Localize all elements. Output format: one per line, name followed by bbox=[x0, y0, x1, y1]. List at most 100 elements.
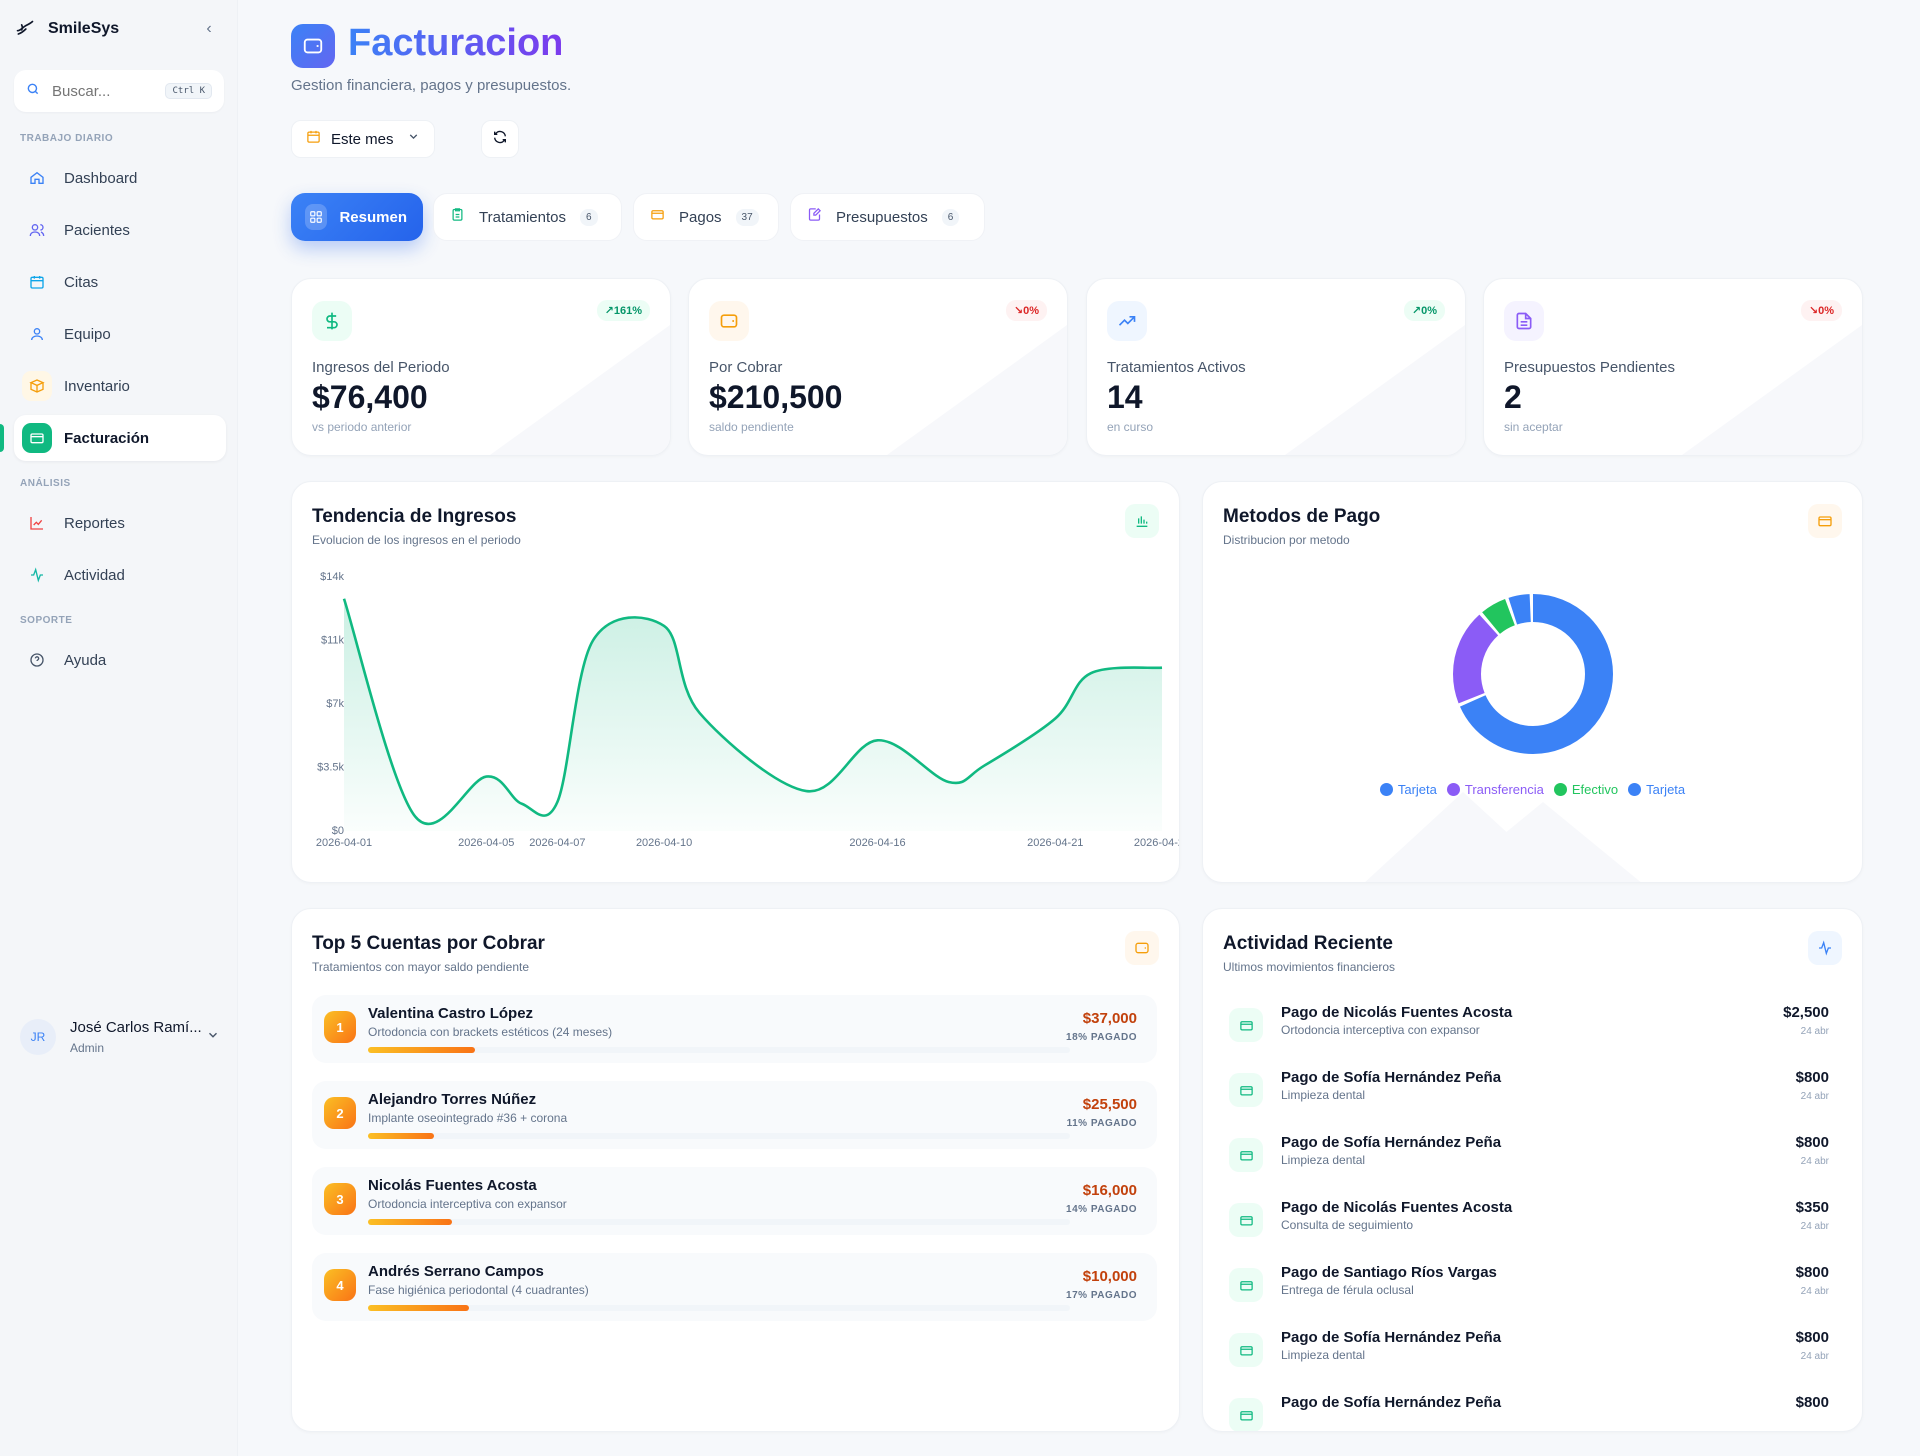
card-decoration bbox=[1285, 325, 1465, 455]
panel-subtitle: Tratamientos con mayor saldo pendiente bbox=[312, 960, 530, 974]
activity-amount: $350 bbox=[1795, 1199, 1829, 1216]
activity-item[interactable]: Pago de Sofía Hernández Peña $800 bbox=[1223, 1392, 1843, 1431]
activity-amount: $800 bbox=[1795, 1134, 1829, 1151]
legend-label: Efectivo bbox=[1571, 782, 1619, 797]
x-tick-label: 2026-04-16 bbox=[849, 837, 905, 849]
legend-label: Transferencia bbox=[1464, 782, 1544, 797]
account-treatment: Ortodoncia con brackets estéticos (24 me… bbox=[368, 1025, 613, 1039]
activity-amount: $800 bbox=[1795, 1329, 1829, 1346]
active-indicator bbox=[0, 424, 4, 452]
activity-title: Pago de Sofía Hernández Peña bbox=[1281, 1329, 1502, 1346]
nav-section-label: ANÁLISIS bbox=[20, 478, 71, 489]
legend-item[interactable]: Tarjeta bbox=[1628, 782, 1685, 797]
legend-item[interactable]: Tarjeta bbox=[1379, 782, 1437, 797]
activity-item[interactable]: Pago de Sofía Hernández Peña Limpieza de… bbox=[1223, 1067, 1843, 1127]
grid-icon bbox=[305, 204, 328, 230]
rank-badge: 3 bbox=[324, 1183, 356, 1215]
credit-card-icon bbox=[1229, 1398, 1263, 1431]
search-box[interactable]: Ctrl K bbox=[14, 70, 224, 112]
activity-icon[interactable] bbox=[1808, 931, 1842, 965]
activity-date: 24 abr bbox=[1800, 1221, 1829, 1232]
tab-label: Tratamientos bbox=[479, 208, 566, 226]
x-tick-label: 2026-04-01 bbox=[316, 837, 372, 849]
tab-label: Pagos bbox=[679, 208, 722, 226]
activity-date: 24 abr bbox=[1800, 1351, 1829, 1362]
y-tick-label: $3.5k bbox=[317, 762, 344, 774]
document-icon bbox=[1504, 301, 1544, 341]
nav-section-label: TRABAJO DIARIO bbox=[20, 133, 114, 144]
paid-progress-fill bbox=[368, 1219, 452, 1225]
help-circle-icon bbox=[22, 645, 52, 675]
activity-item[interactable]: Pago de Santiago Ríos Vargas Entrega de … bbox=[1223, 1262, 1843, 1322]
user-name: José Carlos Ramí... bbox=[70, 1019, 202, 1036]
legend-swatch bbox=[1446, 783, 1460, 796]
card-decoration bbox=[1682, 325, 1862, 455]
payment-methods-panel: Metodos de Pago Distribucion por metodo … bbox=[1202, 481, 1863, 883]
activity-item[interactable]: Pago de Nicolás Fuentes Acosta Consulta … bbox=[1223, 1197, 1843, 1257]
sidebar-item-reportes[interactable]: Reportes bbox=[14, 500, 226, 546]
refresh-icon bbox=[492, 129, 508, 150]
sidebar-item-citas[interactable]: Citas bbox=[14, 259, 226, 305]
sidebar-item-ayuda[interactable]: Ayuda bbox=[14, 637, 226, 683]
activity-description: Limpieza dental bbox=[1281, 1348, 1366, 1362]
legend-item[interactable]: Transferencia bbox=[1446, 782, 1544, 797]
chevron-down-icon bbox=[407, 130, 420, 148]
edit-document-icon bbox=[807, 207, 822, 227]
shortcut-badge: Ctrl K bbox=[165, 83, 212, 99]
account-treatment: Fase higiénica periodontal (4 cuadrantes… bbox=[368, 1283, 589, 1297]
sidebar-item-inventario[interactable]: Inventario bbox=[14, 363, 226, 409]
paid-progress-bar bbox=[368, 1219, 1070, 1225]
activity-title: Pago de Santiago Ríos Vargas bbox=[1281, 1264, 1497, 1281]
activity-item[interactable]: Pago de Sofía Hernández Peña Limpieza de… bbox=[1223, 1132, 1843, 1192]
rank-badge: 1 bbox=[324, 1011, 356, 1043]
stat-label: Tratamientos Activos bbox=[1107, 359, 1246, 376]
chevron-down-icon[interactable] bbox=[206, 1028, 220, 1047]
wallet-icon bbox=[22, 423, 52, 453]
user-menu[interactable]: JR José Carlos Ramí... Admin bbox=[14, 1012, 226, 1062]
sidebar-item-facturacion[interactable]: Facturación bbox=[0, 415, 226, 461]
tab-presupuestos[interactable]: Presupuestos 6 bbox=[790, 193, 985, 241]
wallet-icon[interactable] bbox=[1125, 931, 1159, 965]
account-name: Valentina Castro López bbox=[368, 1005, 534, 1022]
brand[interactable]: SmileSys ‹ bbox=[14, 14, 224, 44]
account-row[interactable]: 3 Nicolás Fuentes Acosta Ortodoncia inte… bbox=[312, 1167, 1157, 1235]
account-row[interactable]: 4 Andrés Serrano Campos Fase higiénica p… bbox=[312, 1253, 1157, 1321]
account-row[interactable]: 1 Valentina Castro López Ortodoncia con … bbox=[312, 995, 1157, 1063]
activity-icon bbox=[22, 560, 52, 590]
collapse-sidebar-icon[interactable]: ‹ bbox=[198, 18, 220, 40]
rank-badge: 4 bbox=[324, 1269, 356, 1301]
tab-count-badge: 6 bbox=[941, 208, 960, 226]
sidebar-item-label: Reportes bbox=[64, 514, 125, 532]
tab-tratamientos[interactable]: Tratamientos 6 bbox=[433, 193, 622, 241]
period-select[interactable]: Este mes bbox=[291, 120, 435, 158]
legend-item[interactable]: Efectivo bbox=[1553, 782, 1619, 797]
clipboard-icon bbox=[450, 207, 465, 227]
legend-label: Tarjeta bbox=[1397, 782, 1437, 797]
chart-legend: Tarjeta Transferencia Efectivo Tarjeta bbox=[1203, 782, 1862, 797]
stat-value: 2 bbox=[1504, 379, 1522, 415]
activity-description: Entrega de férula oclusal bbox=[1281, 1283, 1414, 1297]
credit-card-icon bbox=[1229, 1203, 1263, 1237]
activity-amount: $800 bbox=[1795, 1069, 1829, 1086]
sidebar-item-actividad[interactable]: Actividad bbox=[14, 552, 226, 598]
panel-title: Top 5 Cuentas por Cobrar bbox=[312, 933, 545, 954]
paid-progress-fill bbox=[368, 1047, 476, 1053]
activity-date: 24 abr bbox=[1800, 1091, 1829, 1102]
activity-title: Pago de Sofía Hernández Peña bbox=[1281, 1134, 1502, 1151]
stat-label: Ingresos del Periodo bbox=[312, 359, 450, 376]
account-row[interactable]: 2 Alejandro Torres Núñez Implante oseoin… bbox=[312, 1081, 1157, 1149]
sidebar-item-equipo[interactable]: Equipo bbox=[14, 311, 226, 357]
stat-note: sin aceptar bbox=[1504, 420, 1563, 434]
paid-progress-fill bbox=[368, 1133, 434, 1139]
tab-resumen[interactable]: Resumen bbox=[291, 193, 423, 241]
sidebar-item-dashboard[interactable]: Dashboard bbox=[14, 155, 226, 201]
sidebar-item-pacientes[interactable]: Pacientes bbox=[14, 207, 226, 253]
tab-count-badge: 6 bbox=[579, 208, 598, 226]
activity-item[interactable]: Pago de Sofía Hernández Peña Limpieza de… bbox=[1223, 1327, 1843, 1387]
activity-item[interactable]: Pago de Nicolás Fuentes Acosta Ortodonci… bbox=[1223, 1002, 1843, 1062]
search-input[interactable] bbox=[52, 82, 162, 100]
nav-section-label: SOPORTE bbox=[20, 615, 73, 626]
tab-pagos[interactable]: Pagos 37 bbox=[633, 193, 779, 241]
x-tick-label: 2026-04-10 bbox=[636, 837, 692, 849]
refresh-button[interactable] bbox=[481, 120, 519, 158]
